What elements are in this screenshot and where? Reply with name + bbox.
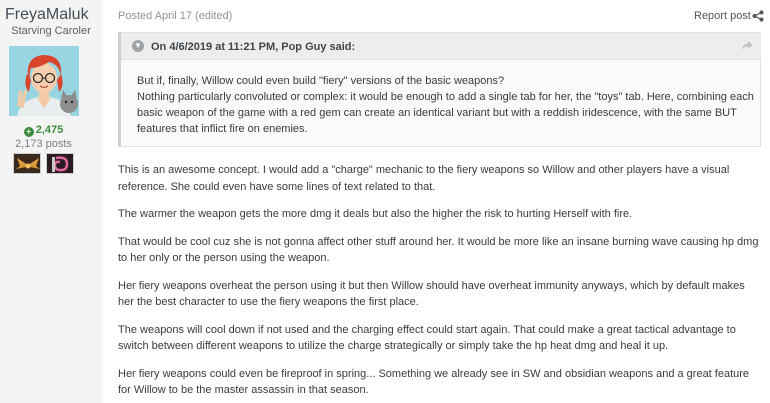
quote-line: But if, finally, Willow could even build…	[137, 75, 505, 87]
quote-block: ▼ On 4/6/2019 at 11:21 PM, Pop Guy said:…	[118, 32, 761, 147]
report-post-link[interactable]: Report post	[694, 10, 751, 22]
reputation-value: 2,475	[35, 124, 64, 136]
post-timestamp[interactable]: Posted April 17 (edited)	[118, 10, 232, 22]
post-paragraph: This is an awesome concept. I would add …	[118, 164, 730, 193]
wings-badge-icon	[14, 154, 40, 173]
post-paragraph: Her fiery weapons could even be fireproo…	[118, 367, 750, 397]
wings-badge[interactable]	[13, 153, 41, 174]
pink-swirl-badge-icon	[47, 154, 73, 173]
quote-body: But if, finally, Willow could even build…	[137, 73, 757, 137]
quote-header: ▼ On 4/6/2019 at 11:21 PM, Pop Guy said:	[121, 33, 761, 60]
author-sidebar: FreyaMaluk Starving Caroler + 2,475 2,17…	[0, 0, 102, 403]
avatar[interactable]	[9, 46, 79, 116]
share-icon[interactable]	[752, 10, 764, 22]
post-content: This is an awesome concept. I would add …	[118, 162, 763, 399]
post-paragraph: That would be cool cuz she is not gonna …	[118, 235, 759, 265]
author-rank: Starving Caroler	[11, 25, 91, 37]
post-paragraph: Her fiery weapons overheat the person us…	[118, 279, 745, 309]
share-arrow-icon[interactable]	[741, 41, 753, 51]
avatar-image	[9, 46, 79, 116]
post-paragraph: The weapons will cool down if not used a…	[118, 323, 736, 353]
author-username[interactable]: FreyaMaluk	[5, 6, 89, 24]
pink-swirl-badge[interactable]	[46, 153, 74, 174]
reputation-count[interactable]: +2,475	[0, 124, 87, 137]
quote-citation: On 4/6/2019 at 11:21 PM, Pop Guy said:	[151, 41, 356, 53]
chevron-down-circle-icon[interactable]: ▼	[132, 40, 144, 52]
post-count: 2,173 posts	[15, 138, 72, 150]
plus-circle-icon: +	[23, 127, 34, 137]
quote-line: Nothing particularly convoluted or compl…	[137, 91, 754, 135]
post-paragraph: The warmer the weapon gets the more dmg …	[118, 208, 633, 220]
